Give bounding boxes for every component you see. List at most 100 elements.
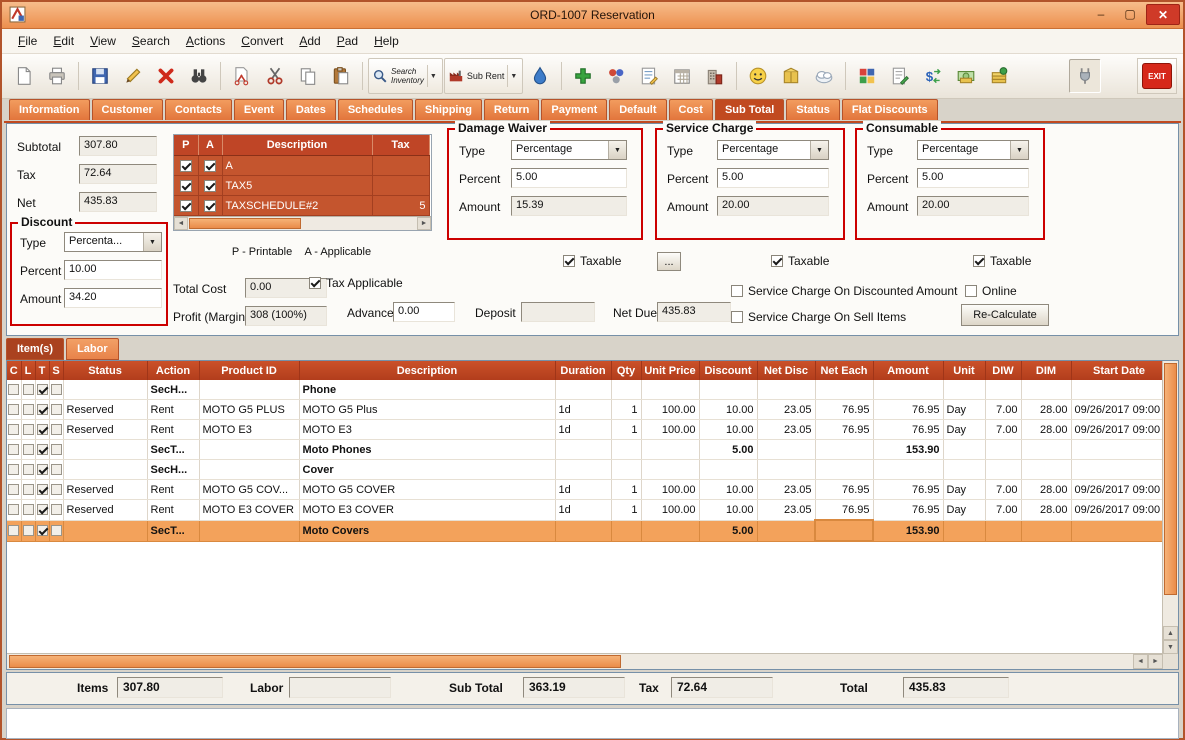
- tab-customer[interactable]: Customer: [92, 99, 163, 120]
- items-cell[interactable]: Moto Phones: [299, 440, 555, 460]
- toolbar-new-button[interactable]: [8, 59, 40, 93]
- row-flag-cell[interactable]: [49, 420, 63, 440]
- items-cell[interactable]: [611, 380, 641, 400]
- toolbar-paste-button[interactable]: [325, 59, 357, 93]
- tab-sub-total[interactable]: Sub Total: [715, 99, 784, 120]
- row-flag-cell[interactable]: [21, 500, 35, 521]
- items-cell[interactable]: 5.00: [699, 520, 757, 541]
- items-cell[interactable]: MOTO G5 COV...: [199, 480, 299, 500]
- sc-percent-field[interactable]: 5.00: [717, 168, 829, 188]
- recalculate-button[interactable]: Re-Calculate: [961, 304, 1049, 326]
- items-column-header[interactable]: Net Disc: [757, 361, 815, 380]
- toolbar-calendar-button[interactable]: [666, 59, 698, 93]
- toolbar-copy-button[interactable]: [292, 59, 324, 93]
- row-flag-cell[interactable]: [49, 460, 63, 480]
- items-cell[interactable]: [555, 460, 611, 480]
- items-column-header[interactable]: L: [21, 361, 35, 380]
- row-flag-cell[interactable]: [7, 480, 21, 500]
- tax-table-row[interactable]: TAX5: [174, 176, 429, 196]
- dw-taxable-checkbox[interactable]: [563, 255, 575, 267]
- items-cell[interactable]: [199, 380, 299, 400]
- items-cell[interactable]: 10.00: [699, 500, 757, 521]
- items-cell[interactable]: 1: [611, 500, 641, 521]
- items-cell[interactable]: 10.00: [699, 480, 757, 500]
- items-cell[interactable]: Rent: [147, 500, 199, 521]
- items-cell[interactable]: 09/26/2017 09:00: [1071, 400, 1167, 420]
- items-cell[interactable]: [1071, 460, 1167, 480]
- items-cell[interactable]: Phone: [299, 380, 555, 400]
- tab-default[interactable]: Default: [609, 99, 666, 120]
- items-cell[interactable]: 76.95: [873, 480, 943, 500]
- row-flag-checkbox[interactable]: [23, 504, 34, 515]
- items-cell[interactable]: [63, 460, 147, 480]
- items-column-header[interactable]: Product ID: [199, 361, 299, 380]
- toolbar-sub-rent-button[interactable]: Sub Rent ▼: [444, 58, 523, 94]
- row-flag-cell[interactable]: [35, 500, 49, 521]
- items-cell[interactable]: [757, 460, 815, 480]
- items-cell[interactable]: 7.00: [985, 420, 1021, 440]
- items-column-header[interactable]: Amount: [873, 361, 943, 380]
- items-cell[interactable]: 100.00: [641, 500, 699, 521]
- row-flag-cell[interactable]: [35, 400, 49, 420]
- items-cell[interactable]: 76.95: [873, 500, 943, 521]
- dw-taxable-option[interactable]: Taxable: [563, 254, 621, 268]
- items-cell[interactable]: [943, 380, 985, 400]
- items-cell[interactable]: [611, 440, 641, 460]
- items-cell[interactable]: [699, 380, 757, 400]
- items-column-header[interactable]: Discount: [699, 361, 757, 380]
- items-cell[interactable]: [611, 520, 641, 541]
- menu-convert[interactable]: Convert: [233, 30, 291, 53]
- row-flag-checkbox[interactable]: [8, 484, 19, 495]
- sc-sell-checkbox[interactable]: [731, 311, 743, 323]
- toolbar-save-button[interactable]: [84, 59, 116, 93]
- applicable-cell[interactable]: [198, 176, 222, 196]
- items-cell[interactable]: [1021, 520, 1071, 541]
- applicable-checkbox[interactable]: [204, 200, 216, 212]
- row-flag-cell[interactable]: [49, 480, 63, 500]
- tab-schedules[interactable]: Schedules: [338, 99, 413, 120]
- toolbar-cloud-save-button[interactable]: [808, 59, 840, 93]
- items-cell[interactable]: [641, 380, 699, 400]
- row-flag-cell[interactable]: [7, 520, 21, 541]
- items-cell[interactable]: 23.05: [757, 500, 815, 521]
- items-cell[interactable]: Day: [943, 400, 985, 420]
- items-cell[interactable]: [199, 440, 299, 460]
- items-cell[interactable]: [815, 460, 873, 480]
- items-cell[interactable]: SecT...: [147, 440, 199, 460]
- row-flag-checkbox[interactable]: [37, 444, 48, 455]
- toolbar-convert-button[interactable]: [524, 59, 556, 93]
- toolbar-smiley-button[interactable]: [742, 59, 774, 93]
- items-table-row[interactable]: SecT...Moto Phones5.00153.90: [7, 440, 1167, 460]
- items-column-header[interactable]: Action: [147, 361, 199, 380]
- items-cell[interactable]: 1: [611, 480, 641, 500]
- toolbar-edit-note-button[interactable]: [884, 59, 916, 93]
- row-flag-checkbox[interactable]: [51, 424, 62, 435]
- menu-help[interactable]: Help: [366, 30, 407, 53]
- chevron-down-icon[interactable]: ▼: [507, 65, 519, 87]
- tax-description-cell[interactable]: A: [222, 156, 372, 176]
- items-table-row[interactable]: ReservedRentMOTO E3MOTO E31d1100.0010.00…: [7, 420, 1167, 440]
- row-flag-cell[interactable]: [35, 380, 49, 400]
- items-cell[interactable]: [985, 440, 1021, 460]
- sc-discounted-option[interactable]: Service Charge On Discounted Amount: [731, 284, 957, 298]
- sc-type-combo[interactable]: Percentage▼: [717, 140, 829, 160]
- vscroll-thumb[interactable]: [1164, 363, 1177, 595]
- toolbar-currency-button[interactable]: $: [917, 59, 949, 93]
- applicable-checkbox[interactable]: [204, 180, 216, 192]
- items-cell[interactable]: MOTO G5 PLUS: [199, 400, 299, 420]
- toolbar-edit-button[interactable]: [117, 59, 149, 93]
- menu-search[interactable]: Search: [124, 30, 178, 53]
- row-flag-cell[interactable]: [49, 380, 63, 400]
- items-cell[interactable]: [985, 380, 1021, 400]
- cons-taxable-checkbox[interactable]: [973, 255, 985, 267]
- items-cell[interactable]: [757, 380, 815, 400]
- items-cell[interactable]: Reserved: [63, 420, 147, 440]
- items-cell[interactable]: SecH...: [147, 460, 199, 480]
- row-flag-checkbox[interactable]: [23, 444, 34, 455]
- row-flag-checkbox[interactable]: [37, 424, 48, 435]
- items-cell[interactable]: 09/26/2017 09:00: [1071, 420, 1167, 440]
- row-flag-checkbox[interactable]: [37, 484, 48, 495]
- row-flag-checkbox[interactable]: [23, 404, 34, 415]
- tax-value-cell[interactable]: [372, 156, 429, 176]
- items-cell[interactable]: Rent: [147, 480, 199, 500]
